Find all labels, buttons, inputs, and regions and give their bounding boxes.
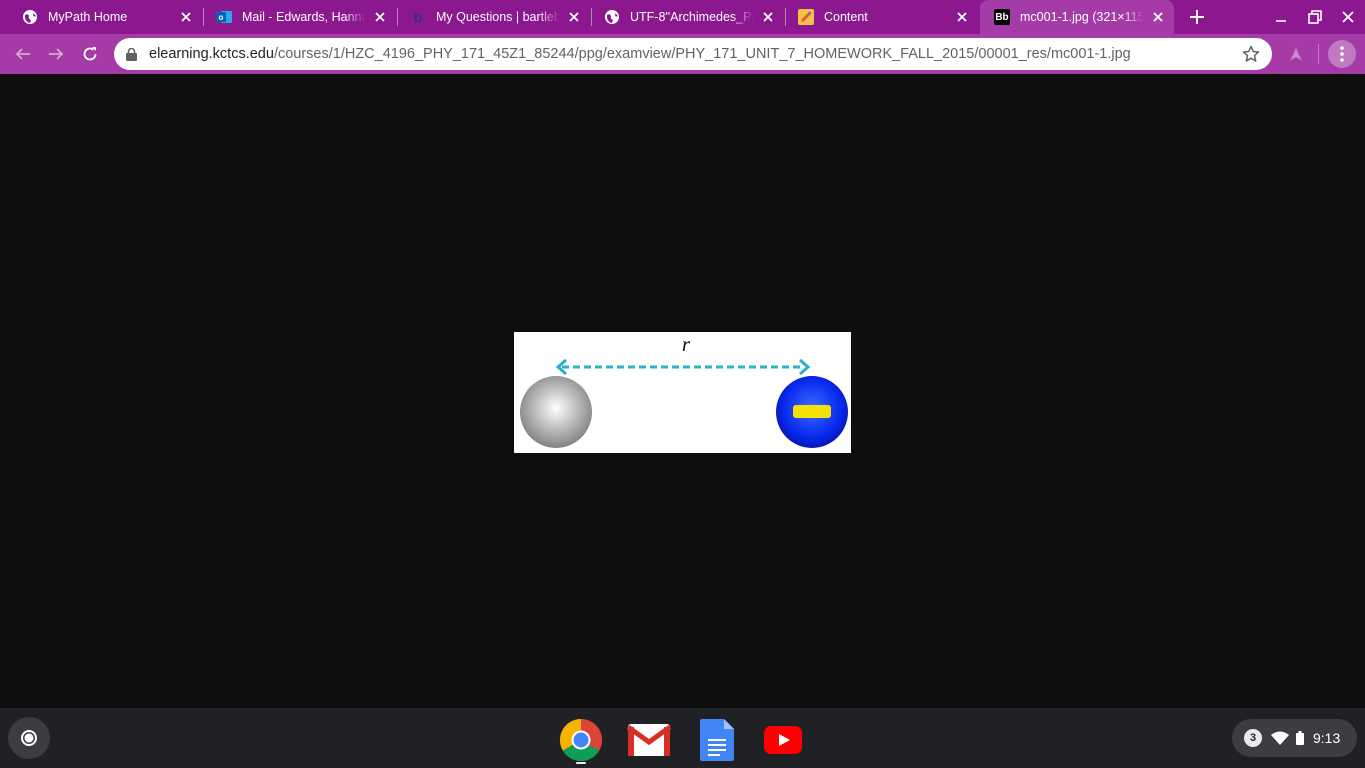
tab-title: MyPath Home [48, 10, 128, 24]
outlook-icon: o [216, 9, 232, 25]
tab-title: mc001-1.jpg (321×115) [1020, 10, 1144, 24]
close-icon [1342, 11, 1354, 23]
url-host: elearning.kctcs.edu [149, 46, 274, 62]
back-arrow-icon [15, 48, 30, 60]
docs-app[interactable] [694, 717, 740, 763]
reload-icon [83, 47, 97, 61]
tab-outlook-mail[interactable]: o Mail - Edwards, Hannah [202, 0, 396, 34]
tab-title: UTF-8''Archimedes_Principle [630, 10, 754, 24]
wifi-icon [1271, 731, 1289, 745]
toolbar-divider [1318, 44, 1319, 64]
blackboard-icon-text: Bb [995, 11, 1009, 23]
browser-toolbar: elearning.kctcs.edu/courses/1/HZC_4196_P… [0, 34, 1365, 74]
close-tab-icon[interactable] [370, 7, 390, 27]
forward-arrow-icon [49, 48, 64, 60]
tab-bartleby[interactable]: b My Questions | bartleby [396, 0, 590, 34]
negative-sign [793, 405, 831, 418]
bookmark-star-icon[interactable] [1242, 45, 1260, 63]
url-path: /courses/1/HZC_4196_PHY_171_45Z1_85244/p… [273, 46, 1131, 62]
minimize-button[interactable] [1269, 5, 1293, 29]
lock-icon[interactable] [124, 47, 138, 61]
tab-title: Content [824, 10, 868, 24]
close-tab-icon[interactable] [952, 7, 972, 27]
svg-text:o: o [219, 13, 224, 22]
running-indicator [576, 762, 586, 764]
close-tab-icon[interactable] [1148, 7, 1168, 27]
physics-diagram-image: r [514, 332, 851, 453]
gmail-app[interactable] [626, 717, 672, 763]
globe-icon [22, 9, 38, 25]
url-text[interactable]: elearning.kctcs.edu/courses/1/HZC_4196_P… [149, 46, 1131, 62]
address-bar[interactable]: elearning.kctcs.edu/courses/1/HZC_4196_P… [114, 38, 1272, 70]
tab-title: My Questions | bartleby [436, 10, 560, 24]
notification-count-badge[interactable]: 3 [1244, 729, 1262, 747]
plus-icon [1190, 10, 1204, 24]
battery-icon [1296, 731, 1304, 745]
tab-strip: MyPath Home o Mail - Edwards, Hannah b M… [0, 0, 1365, 34]
tab-content[interactable]: Content [784, 0, 978, 34]
blackboard-icon: Bb [994, 9, 1010, 25]
launcher-circle-icon [21, 730, 37, 746]
forward-button[interactable] [42, 40, 70, 68]
clock: 9:13 [1313, 730, 1341, 746]
restore-icon [1308, 10, 1322, 24]
close-tab-icon[interactable] [176, 7, 196, 27]
back-button[interactable] [9, 40, 37, 68]
chrome-icon [559, 719, 603, 762]
tab-title: Mail - Edwards, Hannah [242, 10, 366, 24]
chromeos-shelf: 3 9:13 [0, 708, 1365, 768]
youtube-app[interactable] [760, 717, 806, 763]
restore-button[interactable] [1303, 5, 1327, 29]
neutral-sphere [520, 376, 592, 448]
reload-button[interactable] [76, 40, 104, 68]
chrome-menu-button[interactable] [1328, 40, 1356, 68]
tab-mypath-home[interactable]: MyPath Home [8, 0, 202, 34]
svg-text:b: b [414, 9, 423, 25]
docs-icon [700, 719, 734, 761]
gmail-icon [627, 724, 671, 756]
new-tab-button[interactable] [1185, 5, 1209, 29]
bartleby-icon: b [410, 9, 426, 25]
close-tab-icon[interactable] [564, 7, 584, 27]
extension-icon[interactable] [1285, 43, 1307, 65]
tab-archimedes[interactable]: UTF-8''Archimedes_Principle [590, 0, 784, 34]
status-tray[interactable]: 3 9:13 [1232, 719, 1357, 757]
pencil-icon [798, 9, 814, 25]
youtube-icon [764, 726, 802, 754]
launcher-button[interactable] [8, 717, 50, 759]
close-window-button[interactable] [1336, 5, 1360, 29]
chrome-app[interactable] [558, 717, 604, 763]
image-viewer: r [0, 74, 1365, 708]
minimize-icon [1276, 20, 1286, 22]
tab-mc001-image[interactable]: Bb mc001-1.jpg (321×115) [980, 0, 1174, 34]
close-tab-icon[interactable] [758, 7, 778, 27]
distance-label: r [681, 332, 691, 356]
more-vert-icon [1340, 46, 1344, 62]
globe-icon [604, 9, 620, 25]
